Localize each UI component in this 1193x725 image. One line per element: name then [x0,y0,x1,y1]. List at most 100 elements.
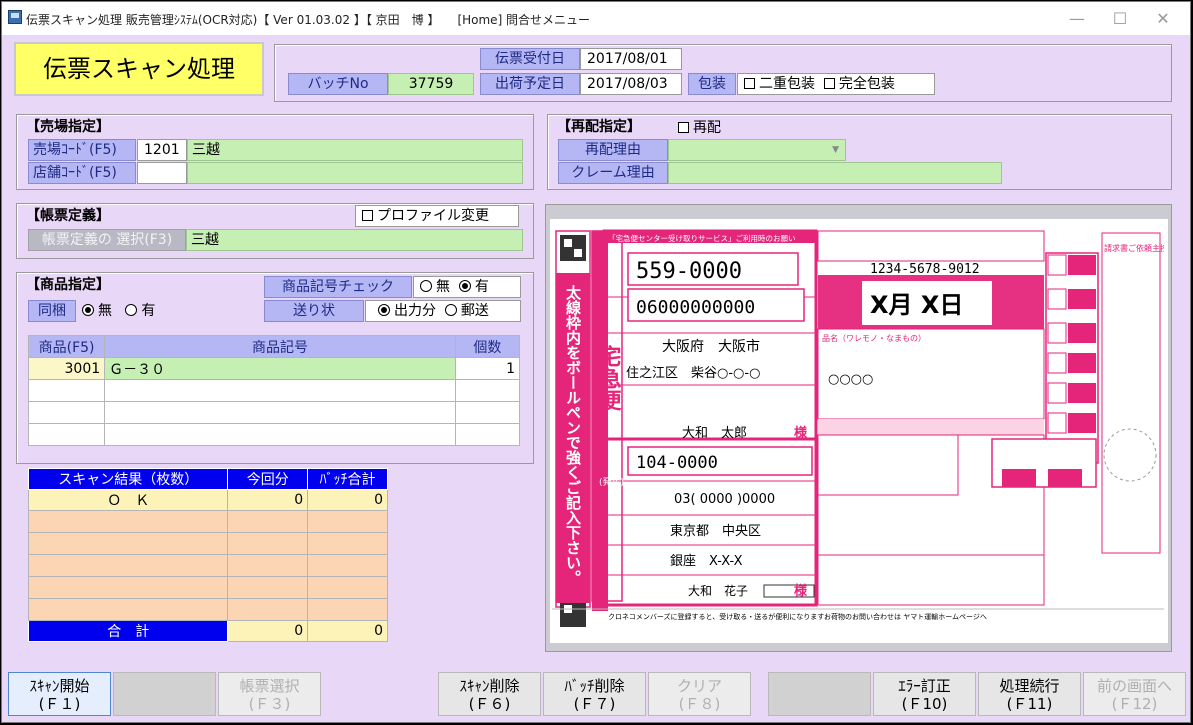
redeliver-checkbox-label: 再配 [693,120,721,136]
form-select-button[interactable]: 帳票選択 (Ｆ３) [218,672,321,716]
slip-header-text: 「宅急便センター受け取りサービス」ご利用時のお願い [608,233,796,243]
back-button[interactable]: 前の画面へ (Ｆ12) [1083,672,1186,716]
code-check-options: 無 有 [413,276,521,298]
clear-button[interactable]: クリア (Ｆ８) [648,672,751,716]
scan-delete-button[interactable]: ｽｷｬﾝ削除 (Ｆ６) [438,672,541,716]
product-code-cell[interactable]: 3001 [27,357,106,380]
f2-button[interactable] [113,672,216,716]
bundle-none-radio[interactable]: 無 [82,303,112,319]
store-code-field[interactable]: 1201 [137,139,187,161]
total-current-cell: 0 [227,620,309,642]
empty-cell[interactable] [27,379,106,402]
table-row [27,510,388,533]
bundle-yes-radio[interactable]: 有 [125,303,155,319]
scan-total-row: 合 計 0 0 [27,620,388,642]
code-check-yes-radio[interactable]: 有 [458,279,489,295]
batch-no-field: 37759 [388,73,474,95]
product-table: 商品(F5) 商品記号 個数 3001 Ｇ－３０ 1 [27,335,521,446]
redelivery-section-title: 【再配指定】 [557,119,641,135]
empty-cell [307,598,388,621]
receipt-date-field[interactable]: 2017/08/01 [580,48,682,70]
tracking-number: 1234-5678-9012 [870,262,980,277]
button-key: (Ｆ３) [248,695,291,713]
button-key: (Ｆ12) [1111,695,1158,713]
sender-zip: 104-0000 [636,453,718,473]
form-select-label: 帳票定義の 選択(F3) [28,229,186,251]
column-header: スキャン結果（枚数） [27,468,229,490]
ship-date-field[interactable]: 2017/08/03 [580,73,682,95]
button-key: (Ｆ10) [901,695,948,713]
error-correct-button[interactable]: ｴﾗｰ訂正 (Ｆ10) [873,672,976,716]
full-pack-label: 完全包装 [838,76,895,92]
brand-text: 宅急便 [596,344,622,412]
empty-cell[interactable] [27,401,106,424]
button-key: (Ｆ１) [38,695,81,713]
column-header: 商品記号 [104,335,456,358]
table-row [27,554,388,577]
form-select-field[interactable]: 三越 [186,229,523,251]
code-check-none-radio[interactable]: 無 [420,279,450,295]
table-row[interactable] [27,379,521,402]
shop-code-label: 店舗ｺｰﾄﾞ(F5) [28,162,136,184]
empty-cell [27,554,229,577]
table-row[interactable]: 3001 Ｇ－３０ 1 [27,357,521,380]
button-label: ﾊﾞｯﾁ削除 [564,677,625,695]
button-label: 処理続行 [999,677,1060,695]
invoice-output-radio[interactable]: 出力分 [378,303,436,319]
empty-cell [227,510,309,533]
scan-start-button[interactable]: ｽｷｬﾝ開始 (Ｆ１) [8,672,111,716]
empty-cell [27,532,229,555]
double-pack-label: 二重包装 [759,76,815,92]
empty-cell[interactable] [454,401,521,424]
empty-cell [27,576,229,599]
claim-reason-field[interactable] [668,162,1002,184]
empty-cell [307,554,388,577]
product-qty-cell[interactable]: 1 [454,357,521,380]
empty-cell[interactable] [454,423,521,446]
full-pack-checkbox[interactable]: 完全包装 [823,76,895,92]
button-label: 帳票選択 [239,677,300,695]
empty-cell [307,532,388,555]
shop-code-field[interactable] [137,162,187,184]
redeliver-checkbox[interactable]: 再配 [678,117,721,137]
column-header: 個数 [454,335,521,358]
scan-result-cell: Ｏ Ｋ [27,489,229,511]
table-row[interactable] [27,423,521,446]
main-window: 伝票スキャン処理 販売管理ｼｽﾃﾑ(OCR対応)【 Ver 01.03.02 】… [1,1,1191,723]
continue-button[interactable]: 処理続行 (Ｆ11) [978,672,1081,716]
column-header: ﾊﾞｯﾁ合計 [307,468,388,490]
f9-button[interactable] [768,672,871,716]
store-name-field: 三越 [187,139,523,161]
empty-cell[interactable] [454,379,521,402]
bundle-options: 無 有 [82,301,155,321]
invoice-options: 出力分 郵送 [365,300,521,322]
column-header: 今回分 [227,468,309,490]
sender-honorific: 様 [794,583,808,599]
invoice-mail-label: 郵送 [460,303,489,319]
close-button[interactable]: ✕ [1143,6,1183,32]
batch-delete-button[interactable]: ﾊﾞｯﾁ削除 (Ｆ７) [543,672,646,716]
invoice-mail-radio[interactable]: 郵送 [444,303,489,319]
recipient-address-2: 住之江区 柴谷○-○-○ [626,366,760,381]
recipient-zip: 559-0000 [636,259,742,284]
empty-cell [227,576,309,599]
delivery-slip-image: 「宅急便センター受け取りサービス」ご利用時のお願い 太線枠内をボールペンで強くご… [552,225,1164,637]
members-note: クロネコメンバーズに登録すると、受け取る・送るが便利になります [608,612,824,621]
profile-change-checkbox[interactable]: プロファイル変更 [355,205,519,227]
table-row[interactable] [27,401,521,424]
redelivery-reason-label: 再配理由 [558,139,668,161]
button-key: (Ｆ６) [468,695,511,713]
qr-code-icon [560,235,586,261]
empty-cell [104,379,456,402]
button-key: (Ｆ７) [573,695,616,713]
minimize-button[interactable]: — [1057,6,1097,32]
table-row [27,532,388,555]
maximize-button[interactable]: ☐ [1100,6,1140,32]
redelivery-reason-select[interactable]: ▼ [668,139,846,161]
empty-cell[interactable] [27,423,106,446]
button-label: クリア [676,677,722,695]
product-symbol-cell: Ｇ－３０ [104,357,456,380]
recipient-honorific: 様 [794,425,808,441]
double-pack-checkbox[interactable]: 二重包装 [744,76,815,92]
scan-image-frame: 「宅急便センター受け取りサービス」ご利用時のお願い 太線枠内をボールペンで強くご… [545,204,1172,652]
